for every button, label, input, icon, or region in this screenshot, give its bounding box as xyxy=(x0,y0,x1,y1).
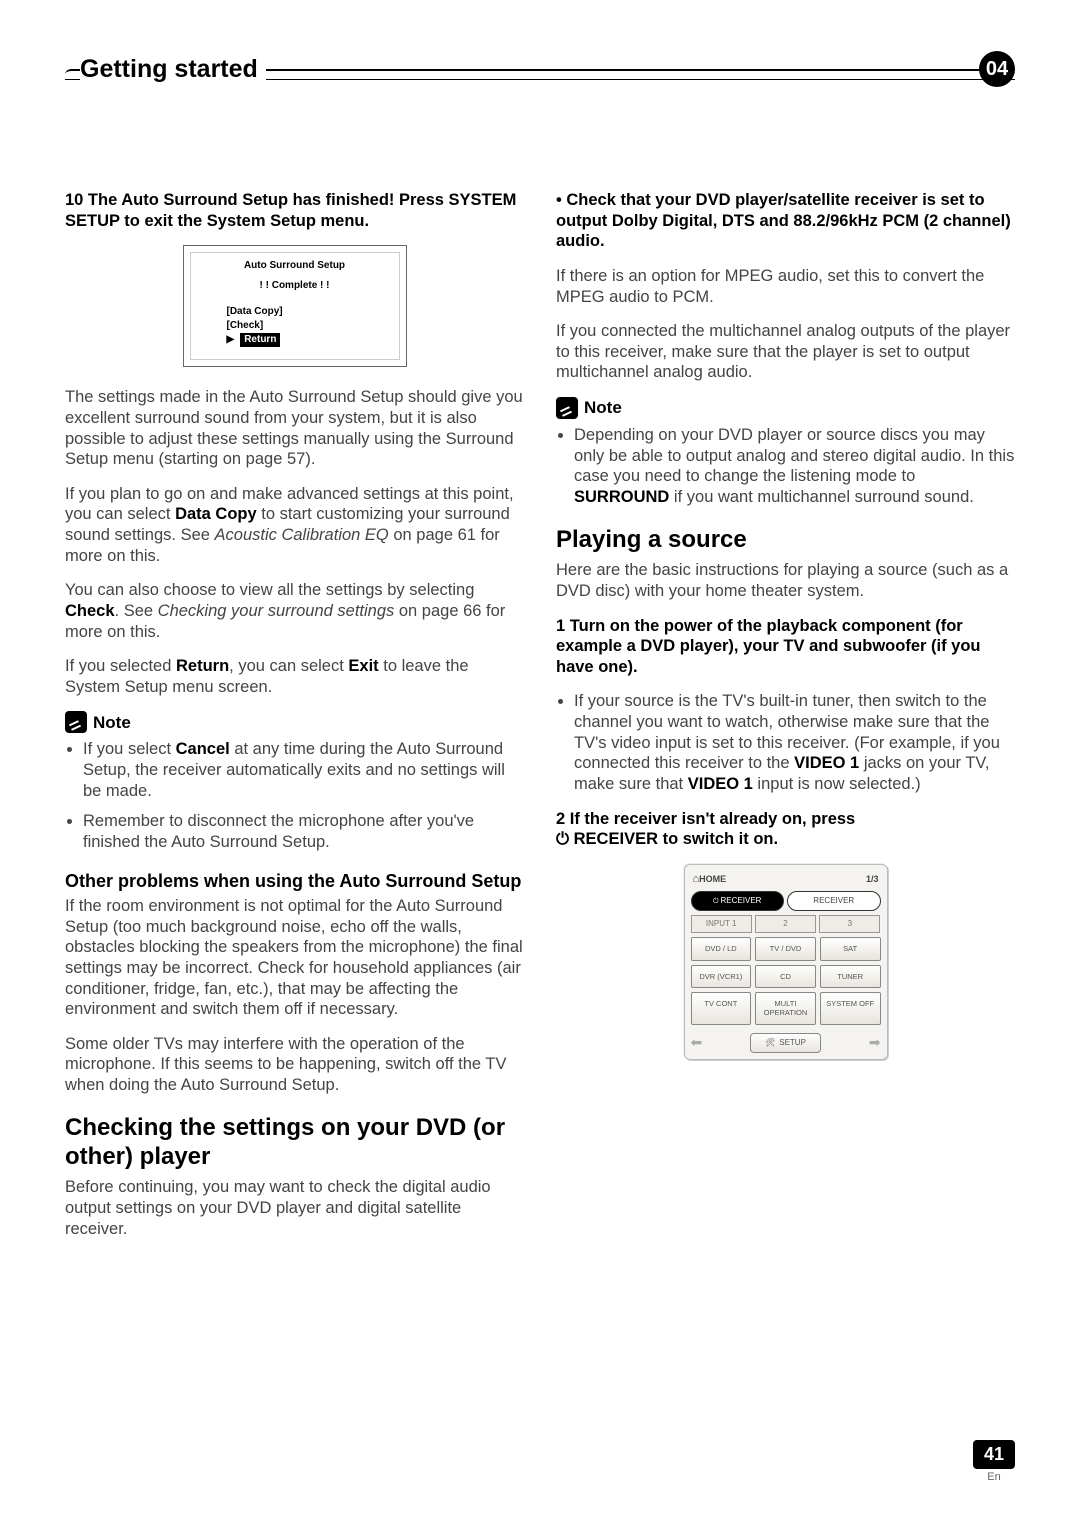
para-before-continuing: Before continuing, you may want to check… xyxy=(65,1177,524,1239)
remote-page-indicator: 1/3 xyxy=(866,874,879,885)
right-column: Check that your DVD player/satellite rec… xyxy=(556,190,1015,1253)
note-item: Depending on your DVD player or source d… xyxy=(574,425,1015,508)
osd-status: ! ! Complete ! ! xyxy=(197,279,393,293)
para-room-environment: If the room environment is not optimal f… xyxy=(65,896,524,1020)
remote-btn-tuner: TUNER xyxy=(820,965,881,988)
cursor-icon: ▶ xyxy=(227,334,235,345)
step1-bullet: If your source is the TV's built-in tune… xyxy=(574,691,1015,794)
remote-tab-receiver: RECEIVER xyxy=(787,891,881,912)
note-header: Note xyxy=(556,397,1015,419)
remote-tab-receiver-on: ⏻ RECEIVER xyxy=(691,891,785,912)
para-multichannel-analog: If you connected the multichannel analog… xyxy=(556,321,1015,383)
remote-subtab-2: 2 xyxy=(755,915,816,933)
step-10-heading: 10 The Auto Surround Setup has finished!… xyxy=(65,190,524,231)
remote-btn-setup: 🛠SETUP xyxy=(750,1033,821,1053)
note-list: If you select Cancel at any time during … xyxy=(65,739,524,852)
para-basic-instructions: Here are the basic instructions for play… xyxy=(556,560,1015,601)
chapter-title: Getting started xyxy=(80,55,266,84)
para-older-tvs: Some older TVs may interfere with the op… xyxy=(65,1034,524,1096)
left-column: 10 The Auto Surround Setup has finished!… xyxy=(65,190,524,1253)
osd-title: Auto Surround Setup xyxy=(197,259,393,273)
arrow-right-icon: ➡ xyxy=(869,1034,881,1052)
para-check: You can also choose to view all the sett… xyxy=(65,580,524,642)
osd-screenshot: Auto Surround Setup ! ! Complete ! ! [Da… xyxy=(183,245,407,367)
remote-btn-sat: SAT xyxy=(820,937,881,960)
remote-subtab-input1: INPUT 1 xyxy=(691,915,752,933)
remote-btn-system-off: SYSTEM OFF xyxy=(820,992,881,1025)
step-2-heading: 2 If the receiver isn't already on, pres… xyxy=(556,809,1015,850)
note-icon xyxy=(65,711,87,733)
para-data-copy: If you plan to go on and make advanced s… xyxy=(65,484,524,567)
para-mpeg-option: If there is an option for MPEG audio, se… xyxy=(556,266,1015,307)
note-icon xyxy=(556,397,578,419)
osd-check: [Check] xyxy=(197,319,393,333)
note-list: Depending on your DVD player or source d… xyxy=(556,425,1015,508)
note-label: Note xyxy=(93,712,131,733)
remote-btn-multi-op: MULTI OPERATION xyxy=(755,992,816,1025)
step-1-heading: 1 Turn on the power of the playback comp… xyxy=(556,616,1015,678)
remote-subtab-3: 3 xyxy=(819,915,880,933)
remote-home-label: HOME xyxy=(699,874,726,884)
arrow-left-icon: ⬅ xyxy=(691,1034,703,1052)
para-settings-made: The settings made in the Auto Surround S… xyxy=(65,387,524,470)
page-footer: 41 En xyxy=(973,1440,1015,1483)
osd-return: Return xyxy=(240,333,280,347)
bullet-check-dvd: Check that your DVD player/satellite rec… xyxy=(556,190,1015,252)
section-checking-dvd: Checking the settings on your DVD (or ot… xyxy=(65,1114,524,1172)
power-icon xyxy=(556,830,574,848)
remote-btn-dvd-ld: DVD / LD xyxy=(691,937,752,960)
note-label: Note xyxy=(584,397,622,418)
step1-bullets: If your source is the TV's built-in tune… xyxy=(556,691,1015,794)
remote-btn-cd: CD xyxy=(755,965,816,988)
note-item: If you select Cancel at any time during … xyxy=(83,739,524,801)
note-header: Note xyxy=(65,711,524,733)
remote-btn-tv-dvd: TV / DVD xyxy=(755,937,816,960)
page-language: En xyxy=(973,1471,1015,1483)
chapter-header: Getting started 04 xyxy=(65,55,1015,95)
note-item: Remember to disconnect the microphone af… xyxy=(83,811,524,852)
chapter-number-badge: 04 xyxy=(979,51,1015,87)
remote-btn-dvr: DVR (VCR1) xyxy=(691,965,752,988)
remote-touchscreen-graphic: HOME 1/3 ⏻ RECEIVER RECEIVER INPUT 1 2 3… xyxy=(684,864,888,1060)
subheading-other-problems: Other problems when using the Auto Surro… xyxy=(65,871,524,893)
page-number-badge: 41 xyxy=(973,1440,1015,1469)
para-return: If you selected Return, you can select E… xyxy=(65,656,524,697)
osd-data-copy: [Data Copy] xyxy=(197,305,393,319)
section-playing-source: Playing a source xyxy=(556,526,1015,555)
remote-btn-tv-cont: TV CONT xyxy=(691,992,752,1025)
